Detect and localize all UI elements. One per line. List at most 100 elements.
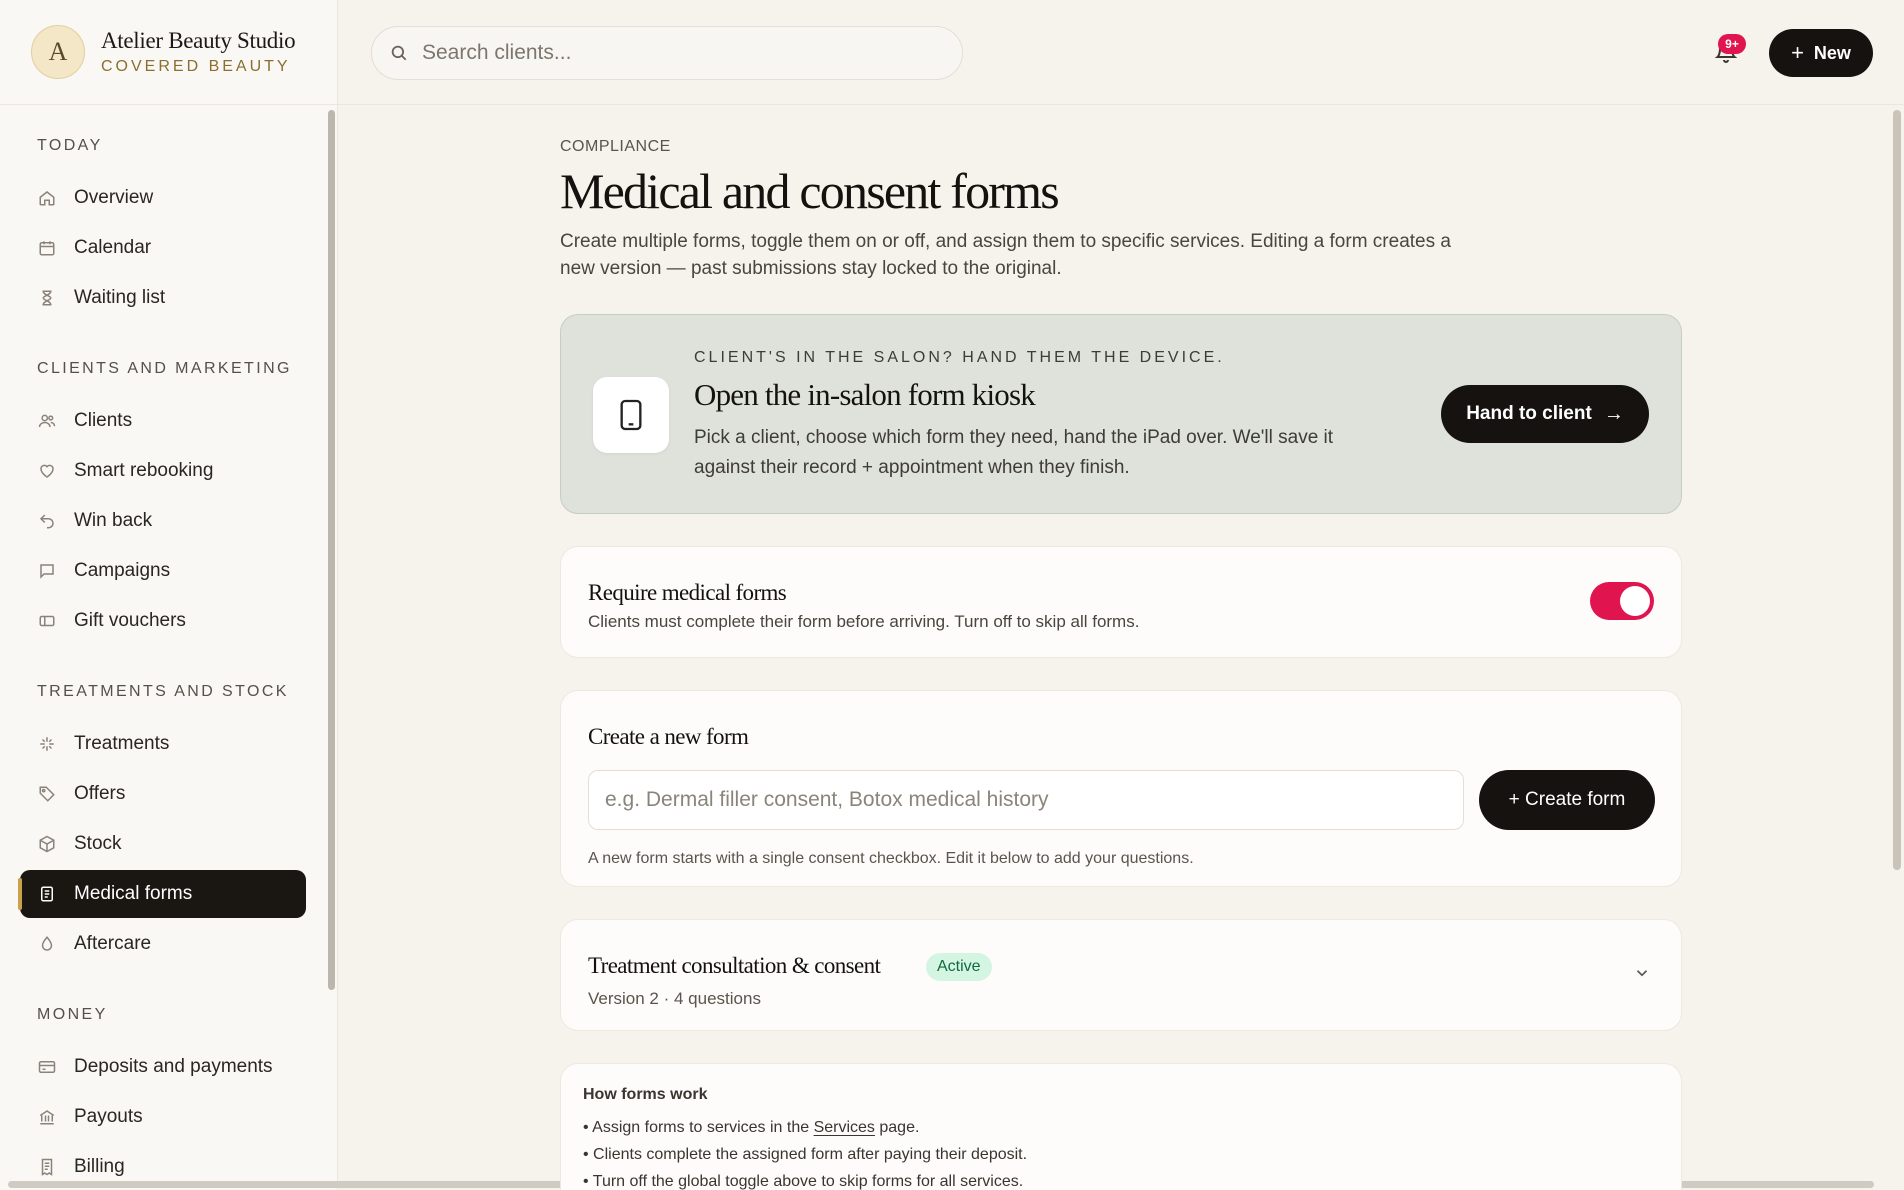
sidebar-item-calendar[interactable]: Calendar (20, 224, 306, 272)
notifications-badge: 9+ (1718, 34, 1746, 54)
sidebar-item-label: Clients (74, 410, 133, 431)
arrow-right-icon: → (1603, 402, 1624, 425)
card-icon (37, 1057, 57, 1077)
nav-section-today: TODAY (37, 137, 103, 154)
sidebar-item-label: Smart rebooking (74, 460, 214, 481)
create-form-card: Create a new form + Create form A new fo… (560, 690, 1682, 887)
sidebar-item-offers[interactable]: Offers (20, 770, 306, 818)
sidebar-item-deposits[interactable]: Deposits and payments (20, 1043, 306, 1091)
brand-text: Atelier Beauty Studio COVERED BEAUTY (101, 28, 296, 75)
box-icon (37, 834, 57, 854)
drop-icon (37, 934, 57, 954)
info-line-1-suffix: page. (874, 1119, 920, 1136)
create-form-title: Create a new form (588, 724, 749, 749)
nav-section-treatments: TREATMENTS AND STOCK (37, 683, 289, 700)
create-form-button[interactable]: + Create form (1479, 770, 1655, 830)
calendar-icon (37, 238, 57, 258)
sparkle-icon (37, 734, 57, 754)
kiosk-description: Pick a client, choose which form they ne… (694, 427, 1334, 478)
sidebar-item-payouts[interactable]: Payouts (20, 1093, 306, 1141)
require-forms-card: Require medical forms Clients must compl… (560, 546, 1682, 658)
voucher-icon (37, 611, 57, 631)
main-content: COMPLIANCE Medical and consent forms Cre… (560, 105, 1682, 1190)
new-button-label: New (1813, 42, 1851, 63)
plus-icon: + (1791, 40, 1804, 65)
main-scrollbar[interactable] (1893, 110, 1901, 870)
sidebar-item-campaigns[interactable]: Campaigns (20, 547, 306, 595)
sidebar-item-label: Gift vouchers (74, 610, 186, 631)
topbar: 9+ + New (338, 0, 1904, 105)
brand-avatar: A (31, 25, 85, 79)
sidebar-item-label: Medical forms (74, 883, 193, 904)
kiosk-banner: CLIENT'S IN THE SALON? HAND THEM THE DEV… (560, 314, 1682, 514)
sidebar-item-label: Waiting list (74, 287, 166, 308)
info-line-1: • Assign forms to services in the Servic… (583, 1114, 1659, 1141)
sidebar-item-label: Stock (74, 833, 122, 854)
sidebar-item-aftercare[interactable]: Aftercare (20, 920, 306, 968)
form-name-input[interactable] (588, 770, 1464, 830)
undo-icon (37, 511, 57, 531)
sidebar-item-label: Campaigns (74, 560, 171, 581)
how-forms-work: How forms work • Assign forms to service… (560, 1063, 1682, 1190)
heart-icon (37, 461, 57, 481)
tag-icon (37, 784, 57, 804)
brand[interactable]: A Atelier Beauty Studio COVERED BEAUTY (0, 0, 337, 105)
sidebar-item-label: Payouts (74, 1106, 143, 1127)
info-line-1-prefix: • Assign forms to services in the (583, 1119, 814, 1136)
sidebar-item-label: Deposits and payments (74, 1056, 273, 1077)
info-line-3: • Turn off the global toggle above to sk… (583, 1173, 1024, 1190)
page-description: Create multiple forms, toggle them on or… (560, 231, 1451, 279)
new-button[interactable]: + New (1769, 29, 1873, 77)
search-icon (390, 44, 408, 62)
hand-to-client-label: Hand to client (1466, 403, 1592, 424)
chevron-down-icon[interactable] (1633, 964, 1651, 982)
require-forms-description: Clients must complete their form before … (588, 612, 1140, 631)
brand-subtitle: COVERED BEAUTY (101, 57, 291, 75)
kiosk-eyebrow: CLIENT'S IN THE SALON? HAND THEM THE DEV… (694, 349, 1225, 366)
form-title: Treatment consultation & consent (588, 953, 881, 978)
create-form-hint: A new form starts with a single consent … (588, 850, 1194, 867)
nav-section-money: MONEY (37, 1006, 108, 1023)
sidebar-item-overview[interactable]: Overview (20, 174, 306, 222)
sidebar-item-waiting-list[interactable]: Waiting list (20, 274, 306, 322)
message-icon (37, 561, 57, 581)
sidebar-item-win-back[interactable]: Win back (20, 497, 306, 545)
search-input[interactable] (422, 41, 922, 65)
sidebar-item-clients[interactable]: Clients (20, 397, 306, 445)
sidebar-scrollbar[interactable] (328, 110, 335, 990)
require-forms-toggle[interactable] (1590, 582, 1654, 620)
sidebar-item-medical-forms[interactable]: Medical forms (18, 870, 306, 918)
sidebar-item-label: Offers (74, 783, 126, 804)
status-badge: Active (926, 953, 992, 981)
sidebar-item-smart-rebooking[interactable]: Smart rebooking (20, 447, 306, 495)
sidebar: A Atelier Beauty Studio COVERED BEAUTY T… (0, 0, 338, 1190)
sidebar-item-label: Treatments (74, 733, 170, 754)
users-icon (37, 411, 57, 431)
form-meta: Version 2 · 4 questions (588, 989, 761, 1008)
sidebar-item-label: Win back (74, 510, 153, 531)
info-line-2: • Clients complete the assigned form aft… (583, 1146, 1028, 1163)
sidebar-item-gift-vouchers[interactable]: Gift vouchers (20, 597, 306, 645)
services-link[interactable]: Services (814, 1119, 875, 1136)
require-forms-title: Require medical forms (588, 580, 787, 605)
kiosk-title: Open the in-salon form kiosk (694, 377, 1036, 412)
how-forms-work-title: How forms work (583, 1086, 708, 1103)
sidebar-item-treatments[interactable]: Treatments (20, 720, 306, 768)
sidebar-item-label: Billing (74, 1156, 125, 1177)
bank-icon (37, 1107, 57, 1127)
tablet-icon (593, 377, 669, 453)
sidebar-item-label: Calendar (74, 237, 152, 258)
search-box[interactable] (371, 26, 963, 80)
form-item[interactable]: Treatment consultation & consent Active … (560, 919, 1682, 1031)
sidebar-nav: TODAY Overview Calendar Waiting list CLI… (0, 105, 326, 1190)
page-title: Medical and consent forms (560, 163, 1060, 219)
sidebar-item-stock[interactable]: Stock (20, 820, 306, 868)
document-icon (37, 884, 57, 904)
page-eyebrow: COMPLIANCE (560, 138, 671, 155)
nav-section-clients: CLIENTS AND MARKETING (37, 360, 292, 377)
sidebar-item-label: Aftercare (74, 933, 152, 954)
home-icon (37, 188, 57, 208)
receipt-icon (37, 1157, 57, 1177)
hand-to-client-button[interactable]: Hand to client → (1441, 385, 1649, 443)
brand-name: Atelier Beauty Studio (101, 28, 296, 54)
